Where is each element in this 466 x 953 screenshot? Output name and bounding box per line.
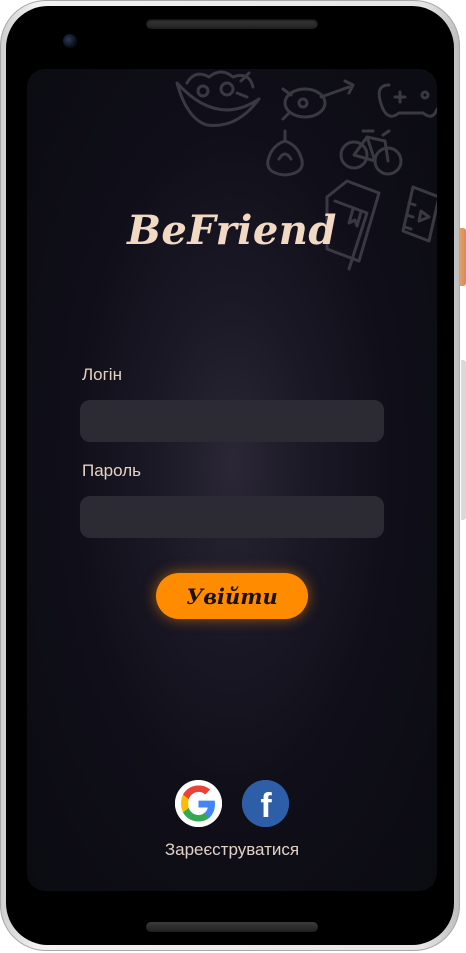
- app-logo: BeFriend: [127, 207, 337, 254]
- background-doodles: [175, 70, 437, 271]
- app-screen: BeFriend Логін Пароль Увійти f Зареєстру…: [27, 69, 437, 891]
- facebook-icon: f: [242, 780, 289, 827]
- power-button: [460, 228, 466, 286]
- front-camera: [63, 34, 77, 48]
- facebook-login-button[interactable]: f: [242, 780, 289, 827]
- onion-icon: [266, 129, 304, 177]
- register-link[interactable]: Зареєструватися: [27, 840, 437, 860]
- bicycle-icon: [339, 129, 403, 176]
- facebook-glyph: f: [260, 787, 272, 825]
- google-icon: [175, 780, 222, 827]
- volume-button: [461, 360, 466, 520]
- password-input[interactable]: [80, 496, 384, 538]
- gamepad-icon: [377, 83, 437, 118]
- login-input[interactable]: [80, 400, 384, 442]
- google-login-button[interactable]: [175, 780, 222, 827]
- password-label: Пароль: [82, 461, 141, 480]
- top-speaker: [146, 19, 318, 29]
- login-button[interactable]: Увійти: [156, 573, 308, 619]
- salad-bowl-icon: [175, 70, 261, 127]
- login-label: Логін: [82, 365, 122, 384]
- guitar-icon: [281, 79, 355, 121]
- bottom-speaker: [146, 922, 318, 932]
